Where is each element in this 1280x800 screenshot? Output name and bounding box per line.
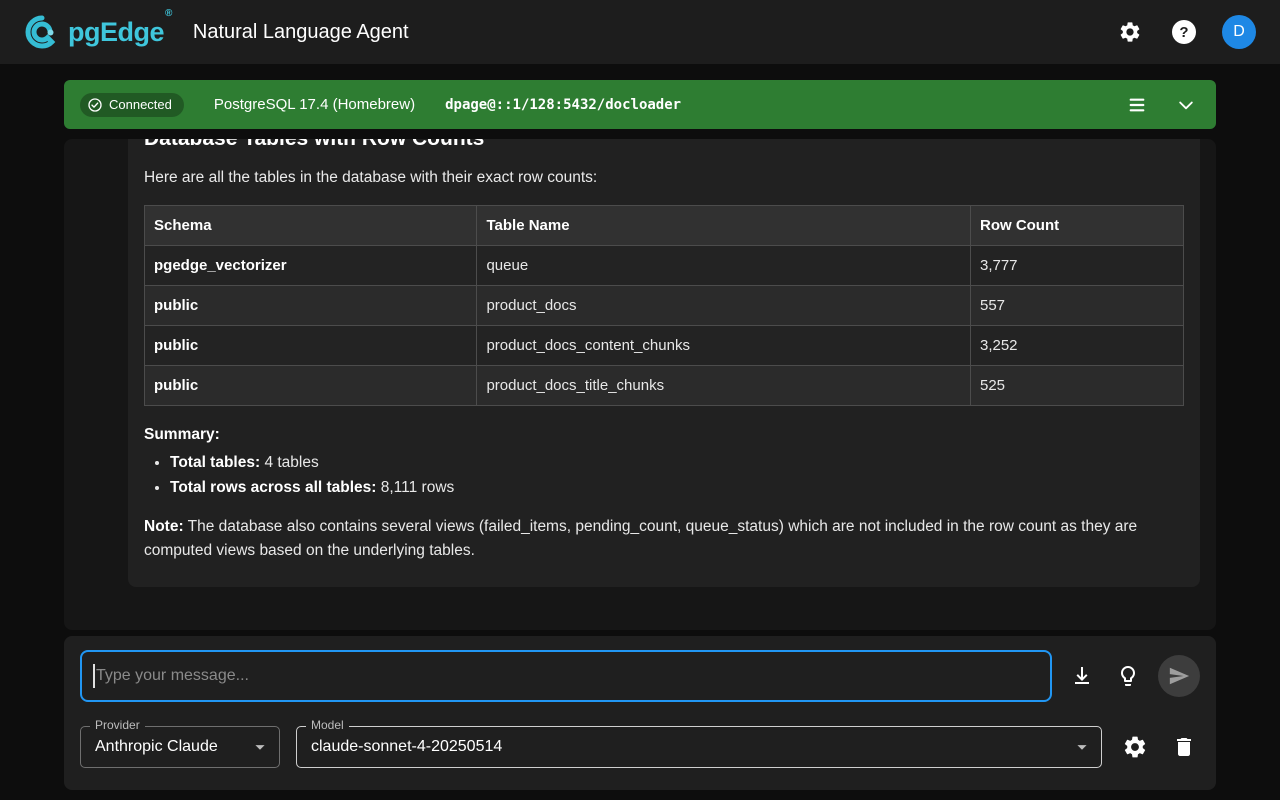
summary-list: Total tables: 4 tables Total rows across… — [144, 454, 1184, 497]
message-heading: Database Tables with Row Counts — [144, 139, 1184, 151]
cell-row-count: 3,252 — [970, 326, 1183, 366]
server-version: PostgreSQL 17.4 (Homebrew) — [214, 96, 415, 113]
list-icon — [1126, 94, 1148, 116]
table-row: public product_docs_content_chunks 3,252 — [145, 326, 1184, 366]
cell-schema: public — [145, 286, 477, 326]
settings-button[interactable] — [1114, 16, 1146, 48]
user-avatar[interactable]: D — [1222, 15, 1256, 49]
help-icon: ? — [1172, 20, 1196, 44]
caret-down-icon — [1071, 736, 1093, 758]
status-badge: Connected — [80, 93, 184, 117]
header-actions: ? D — [1114, 15, 1256, 49]
gear-icon — [1118, 20, 1142, 44]
cell-table-name: product_docs_title_chunks — [477, 366, 971, 406]
chevron-down-icon — [1176, 95, 1196, 115]
assistant-message-card: Database Tables with Row Counts Here are… — [128, 139, 1200, 587]
provider-label: Provider — [90, 718, 145, 732]
cell-row-count: 3,777 — [970, 246, 1183, 286]
trash-icon — [1172, 735, 1196, 759]
summary-label: Summary: — [144, 426, 1184, 444]
composer-panel: Provider Anthropic Claude Model claude-s… — [64, 636, 1216, 790]
clear-chat-button[interactable] — [1168, 731, 1200, 763]
connection-list-button[interactable] — [1122, 90, 1152, 120]
download-button[interactable] — [1066, 660, 1098, 692]
cell-table-name: product_docs_content_chunks — [477, 326, 971, 366]
help-button[interactable]: ? — [1168, 16, 1200, 48]
brand: pgEdge® — [24, 14, 171, 50]
list-item: Total rows across all tables: 8,111 rows — [170, 479, 1184, 497]
connection-bar-actions — [1122, 90, 1200, 120]
cell-row-count: 525 — [970, 366, 1183, 406]
provider-select[interactable]: Provider Anthropic Claude — [80, 726, 280, 768]
composer-options-row: Provider Anthropic Claude Model claude-s… — [80, 726, 1200, 768]
text-caret — [93, 664, 95, 688]
message-intro: Here are all the tables in the database … — [144, 169, 1184, 187]
composer-settings-button[interactable] — [1118, 730, 1152, 764]
cell-schema: public — [145, 326, 477, 366]
connection-bar: Connected PostgreSQL 17.4 (Homebrew) dpa… — [64, 80, 1216, 129]
pgedge-logo-icon — [24, 14, 60, 50]
page-title: Natural Language Agent — [193, 21, 409, 44]
column-header-row-count: Row Count — [970, 206, 1183, 246]
app-header: pgEdge® Natural Language Agent ? D — [0, 0, 1280, 64]
lightbulb-icon — [1116, 664, 1140, 688]
cell-table-name: product_docs — [477, 286, 971, 326]
column-header-schema: Schema — [145, 206, 477, 246]
note-paragraph: Note: The database also contains several… — [144, 515, 1184, 563]
brand-name: pgEdge® — [68, 17, 171, 48]
message-input[interactable] — [80, 650, 1052, 702]
composer-input-row — [80, 650, 1200, 702]
send-icon — [1168, 665, 1190, 687]
check-circle-icon — [87, 97, 103, 113]
suggestions-button[interactable] — [1112, 660, 1144, 692]
download-icon — [1070, 664, 1094, 688]
table-row: pgedge_vectorizer queue 3,777 — [145, 246, 1184, 286]
connection-string: dpage@::1/128:5432/docloader — [445, 97, 681, 113]
caret-down-icon — [249, 736, 271, 758]
cell-schema: public — [145, 366, 477, 406]
chat-scroll-area[interactable]: Database Tables with Row Counts Here are… — [64, 139, 1216, 630]
message-input-wrapper — [80, 650, 1052, 702]
model-select[interactable]: Model claude-sonnet-4-20250514 — [296, 726, 1102, 768]
model-label: Model — [306, 718, 349, 732]
collapse-button[interactable] — [1172, 91, 1200, 119]
cell-schema: pgedge_vectorizer — [145, 246, 477, 286]
gear-icon — [1122, 734, 1148, 760]
status-label: Connected — [109, 97, 172, 112]
list-item: Total tables: 4 tables — [170, 454, 1184, 472]
cell-row-count: 557 — [970, 286, 1183, 326]
model-value: claude-sonnet-4-20250514 — [311, 738, 502, 756]
send-button[interactable] — [1158, 655, 1200, 697]
table-header-row: Schema Table Name Row Count — [145, 206, 1184, 246]
row-counts-table: Schema Table Name Row Count pgedge_vecto… — [144, 205, 1184, 406]
app-window: pgEdge® Natural Language Agent ? D Conne… — [0, 0, 1280, 800]
column-header-table-name: Table Name — [477, 206, 971, 246]
provider-value: Anthropic Claude — [95, 738, 218, 756]
cell-table-name: queue — [477, 246, 971, 286]
trademark: ® — [165, 8, 172, 19]
table-row: public product_docs_title_chunks 525 — [145, 366, 1184, 406]
table-row: public product_docs 557 — [145, 286, 1184, 326]
main-area: Connected PostgreSQL 17.4 (Homebrew) dpa… — [0, 64, 1280, 800]
